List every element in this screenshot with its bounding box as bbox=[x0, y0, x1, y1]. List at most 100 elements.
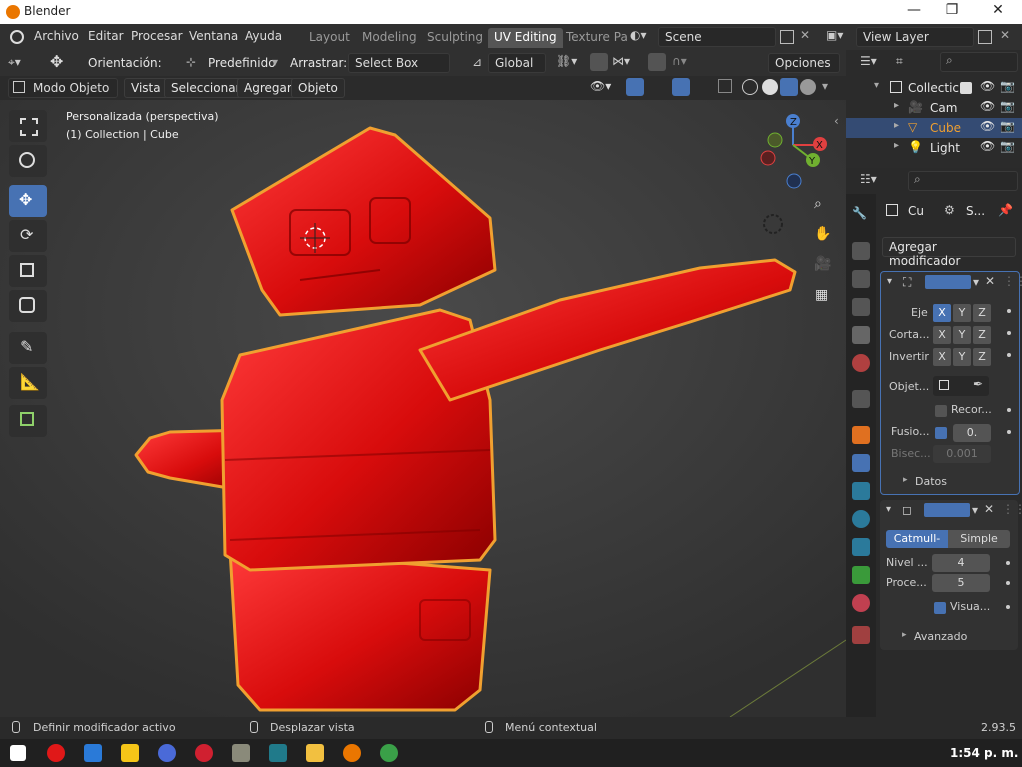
rendered-shading-icon[interactable] bbox=[800, 79, 816, 95]
modifier-display-toggles[interactable] bbox=[925, 275, 971, 289]
clipping-checkbox[interactable] bbox=[935, 405, 947, 417]
axis-y-toggle[interactable]: Y bbox=[953, 304, 971, 322]
keyframe-dot-icon[interactable] bbox=[1007, 408, 1011, 412]
file-explorer-icon[interactable] bbox=[306, 744, 324, 762]
flip-y-toggle[interactable]: Y bbox=[953, 348, 971, 366]
merge-distance-field[interactable]: 0. bbox=[953, 424, 991, 442]
keyframe-dot-icon[interactable] bbox=[1007, 430, 1011, 434]
add-modifier-dropdown[interactable]: Agregar modificador bbox=[882, 237, 1016, 268]
scale-tool[interactable] bbox=[9, 255, 47, 287]
xray-icon[interactable] bbox=[718, 79, 732, 93]
app-teal-icon[interactable] bbox=[269, 744, 287, 762]
camera-render-icon[interactable]: 📷 bbox=[1000, 99, 1015, 113]
sticky-notes-icon[interactable] bbox=[121, 744, 139, 762]
outliner-row-camera[interactable]: ▸ 🎥 Cam 👁 📷 bbox=[846, 98, 1022, 118]
chevron-down-icon[interactable]: ▾ bbox=[972, 503, 978, 517]
properties-type-icon[interactable]: ☷▾ bbox=[860, 172, 877, 186]
blender-menu-icon[interactable] bbox=[10, 30, 24, 44]
keyframe-dot-icon[interactable] bbox=[1006, 561, 1010, 565]
chevron-down-icon[interactable]: ▾ bbox=[973, 275, 979, 289]
transform-tool[interactable] bbox=[9, 290, 47, 322]
close-button[interactable]: ✕ bbox=[978, 2, 1018, 22]
eye-icon[interactable]: 👁 bbox=[980, 99, 995, 113]
sidebar-toggle-icon[interactable]: ‹ bbox=[834, 114, 839, 128]
delete-modifier-icon[interactable]: ✕ bbox=[984, 502, 994, 516]
opera-icon[interactable] bbox=[47, 744, 65, 762]
tab-uv-editing[interactable]: UV Editing bbox=[488, 28, 563, 48]
gizmo-neg-z[interactable] bbox=[786, 173, 802, 189]
flip-z-toggle[interactable]: Z bbox=[973, 348, 991, 366]
app-blue-icon[interactable] bbox=[84, 744, 102, 762]
eye-icon[interactable]: 👁 bbox=[980, 139, 995, 153]
delete-modifier-icon[interactable]: ✕ bbox=[985, 274, 995, 288]
flip-x-toggle[interactable]: X bbox=[933, 348, 951, 366]
remove-scene-icon[interactable]: ✕ bbox=[800, 28, 810, 42]
menu-archivo[interactable]: Archivo bbox=[34, 29, 79, 43]
outliner-filter-icon[interactable]: ⌗ bbox=[896, 54, 903, 69]
pan-button[interactable]: ✋ bbox=[809, 223, 835, 249]
editor-type-icon[interactable]: ⌖▾ bbox=[8, 55, 21, 70]
keyframe-dot-icon[interactable] bbox=[1006, 581, 1010, 585]
cursor-tool[interactable] bbox=[9, 145, 47, 177]
modifier-tab-icon[interactable] bbox=[852, 454, 870, 472]
material-tab-icon[interactable] bbox=[852, 594, 870, 612]
3d-viewport[interactable]: Z X Y Personalizada (perspectiva) (1) Co… bbox=[0, 100, 846, 717]
axis-z-toggle[interactable]: Z bbox=[973, 304, 991, 322]
transform-orientation-dropdown[interactable]: Global bbox=[488, 53, 546, 73]
shading-options-icon[interactable]: ▾ bbox=[822, 79, 828, 93]
tab-modeling[interactable]: Modeling bbox=[356, 28, 423, 48]
drag-handle-icon[interactable]: ⋮⋮ bbox=[1002, 502, 1022, 516]
blender-taskbar-icon[interactable] bbox=[343, 744, 361, 762]
keyframe-dot-icon[interactable] bbox=[1007, 331, 1011, 335]
proportional-edit-icon[interactable] bbox=[648, 53, 666, 71]
expand-arrow-icon[interactable]: ▸ bbox=[903, 475, 908, 485]
snap-icon[interactable] bbox=[590, 53, 608, 71]
menu-objeto[interactable]: Objeto bbox=[291, 78, 345, 98]
windows-start-icon[interactable] bbox=[10, 745, 26, 761]
gizmo-toggle-icon[interactable] bbox=[626, 78, 644, 96]
simple-button[interactable]: Simple bbox=[948, 530, 1010, 548]
app-gray-icon[interactable] bbox=[232, 744, 250, 762]
maximize-button[interactable]: ❐ bbox=[932, 2, 972, 22]
wireframe-shading-icon[interactable] bbox=[742, 79, 758, 95]
collapse-arrow-icon[interactable]: ▾ bbox=[887, 276, 892, 287]
tab-layout[interactable]: Layout bbox=[303, 28, 356, 48]
keyframe-dot-icon[interactable] bbox=[1007, 353, 1011, 357]
menu-agregar[interactable]: Agregar bbox=[237, 78, 299, 98]
app-red-gear-icon[interactable] bbox=[195, 744, 213, 762]
properties-search-input[interactable] bbox=[908, 171, 1018, 191]
gizmo-neg-y[interactable] bbox=[767, 132, 783, 148]
eyedropper-icon[interactable]: ✒ bbox=[973, 377, 983, 391]
pin-icon[interactable]: 📌 bbox=[998, 203, 1013, 217]
zoom-button[interactable]: ⌕ bbox=[809, 193, 835, 219]
bisect-distance-field[interactable]: 0.001 bbox=[933, 445, 991, 463]
app-circle-icon[interactable] bbox=[158, 744, 176, 762]
eye-icon[interactable]: 👁 bbox=[980, 79, 995, 93]
scene-name-field[interactable]: Scene bbox=[658, 27, 776, 47]
tab-sculpting[interactable]: Sculpting bbox=[421, 28, 489, 48]
snap-target-icon[interactable]: ⋈▾ bbox=[612, 54, 630, 68]
drag-dropdown[interactable]: Select Box bbox=[348, 53, 450, 73]
data-subpanel-label[interactable]: Datos bbox=[915, 475, 947, 488]
object-tab-icon[interactable] bbox=[852, 426, 870, 444]
outliner-row-light[interactable]: ▸ 💡 Light 👁 📷 bbox=[846, 138, 1022, 158]
new-view-layer-icon[interactable] bbox=[978, 30, 992, 44]
render-tab-icon[interactable] bbox=[852, 242, 870, 260]
view-layer-field[interactable]: View Layer bbox=[856, 27, 974, 47]
move-tool-icon[interactable]: ✥ bbox=[50, 52, 63, 71]
measure-tool[interactable]: 📐 bbox=[9, 367, 47, 399]
camera-render-icon[interactable]: 📷 bbox=[1000, 79, 1015, 93]
optimal-display-checkbox[interactable] bbox=[934, 602, 946, 614]
scene-icon[interactable]: ◐▾ bbox=[630, 28, 654, 46]
bisect-z-toggle[interactable]: Z bbox=[973, 326, 991, 344]
overlay-toggle-icon[interactable] bbox=[672, 78, 690, 96]
rotate-tool[interactable]: ⟳ bbox=[9, 220, 47, 252]
menu-procesar[interactable]: Procesar bbox=[131, 29, 183, 43]
texture-tab-icon[interactable] bbox=[852, 626, 870, 644]
particles-tab-icon[interactable] bbox=[852, 482, 870, 500]
solid-shading-icon[interactable] bbox=[762, 79, 778, 95]
menu-ayuda[interactable]: Ayuda bbox=[245, 29, 282, 43]
outliner-row-cube[interactable]: ▸ ▽ Cube 👁 📷 bbox=[846, 118, 1022, 138]
viewport-levels-field[interactable]: 4 bbox=[932, 554, 990, 572]
bisect-y-toggle[interactable]: Y bbox=[953, 326, 971, 344]
